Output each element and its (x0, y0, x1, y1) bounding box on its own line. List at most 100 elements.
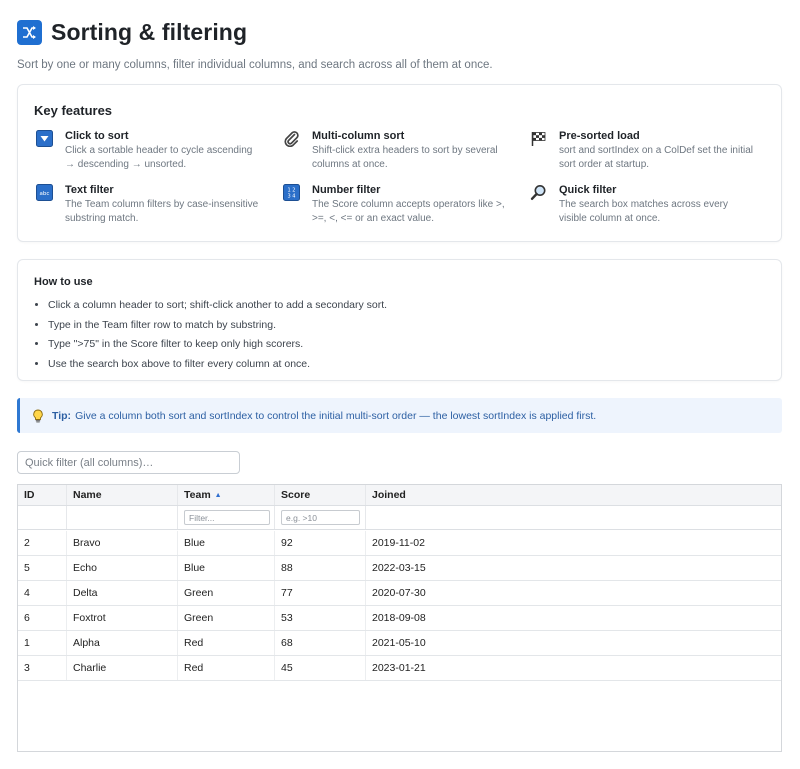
svg-text:3 4: 3 4 (288, 194, 296, 200)
shuffle-icon (17, 19, 42, 45)
page-title: Sorting & filtering (51, 18, 248, 45)
cell-team: Green (178, 606, 275, 630)
score-filter-input[interactable] (281, 510, 360, 525)
cell-id: 2 (18, 531, 67, 555)
sort-ascending-icon: ▲ (214, 491, 222, 499)
cell-name: Foxtrot (67, 606, 178, 630)
column-header-label: Score (281, 489, 311, 501)
cell-team: Red (178, 631, 275, 655)
cell-joined: 2018-09-08 (372, 612, 426, 624)
feature-desc: Click a sortable header to cycle ascendi… (65, 145, 253, 170)
cell-score: 92 (275, 531, 366, 555)
svg-text:abc: abc (40, 191, 50, 197)
table-row[interactable]: 1 Alpha Red 68 2021-05-10 (18, 631, 781, 656)
feature-desc: The search box matches across every visi… (559, 199, 728, 224)
feature-title: Quick filter (559, 184, 617, 196)
tip-label: Tip: (52, 409, 72, 422)
checkered-flag-icon (530, 130, 547, 147)
cell-name: Charlie (67, 656, 178, 680)
feature-title: Number filter (312, 184, 381, 196)
column-header-score[interactable]: Score (275, 485, 366, 505)
filter-cell-empty (366, 506, 781, 529)
cell-score: 77 (275, 581, 366, 605)
list-item: Type ">75" in the Score filter to keep o… (48, 335, 387, 355)
table-row[interactable]: 4 Delta Green 77 2020-07-30 (18, 581, 781, 606)
column-header-team[interactable]: Team ▲ (178, 485, 275, 505)
column-header-label: Team (184, 489, 211, 501)
feature-multi-column-sort: Multi-column sort Shift-click extra head… (283, 129, 508, 172)
column-header-label: ID (24, 489, 35, 501)
feature-title: Text filter (65, 184, 114, 196)
filter-cell-empty (18, 506, 67, 529)
list-item: Use the search box above to filter every… (48, 355, 387, 375)
tip-text: Give a column both sort and sortIndex to… (75, 409, 597, 422)
cell-team: Red (178, 656, 275, 680)
column-header-label: Joined (372, 489, 406, 501)
column-header-name[interactable]: Name (67, 485, 178, 505)
grid-header-row: ID Name Team ▲ Score Joined (18, 485, 781, 506)
cell-team: Green (178, 581, 275, 605)
feature-pre-sorted-load: Pre-sorted load sort and sortIndex on a … (530, 129, 755, 172)
feature-desc: Shift-click extra headers to sort by sev… (312, 145, 498, 170)
feature-desc: sort and sortIndex on a ColDef set the i… (559, 145, 753, 170)
table-row[interactable]: 2 Bravo Blue 92 2019-11-02 (18, 531, 781, 556)
list-item: Type in the Team filter row to match by … (48, 316, 387, 336)
how-to-use-title: How to use (34, 276, 93, 288)
cell-joined: 2019-11-02 (372, 537, 425, 549)
feature-desc: The Score column accepts operators like … (312, 199, 505, 224)
lightbulb-icon (32, 409, 44, 423)
key-features-title: Key features (34, 103, 113, 118)
grid-filter-row (18, 506, 781, 530)
sort-down-icon (36, 130, 53, 147)
page-subtitle: Sort by one or many columns, filter indi… (17, 59, 493, 71)
tip-callout: Tip: Give a column both sort and sortInd… (17, 398, 782, 433)
table-row[interactable]: 3 Charlie Red 45 2023-01-21 (18, 656, 781, 681)
feature-title: Click to sort (65, 130, 129, 142)
cell-score: 88 (275, 556, 366, 580)
cell-score: 53 (275, 606, 366, 630)
column-header-label: Name (73, 489, 102, 501)
column-header-joined[interactable]: Joined (366, 485, 781, 505)
cell-id: 3 (18, 656, 67, 680)
cell-name: Echo (67, 556, 178, 580)
table-row[interactable]: 5 Echo Blue 88 2022-03-15 (18, 556, 781, 581)
magnifier-icon (530, 184, 547, 201)
page-header: Sorting & filtering Sort by one or many … (17, 17, 783, 71)
feature-click-to-sort: Click to sort Click a sortable header to… (36, 129, 261, 172)
cell-score: 68 (275, 631, 366, 655)
feature-title: Multi-column sort (312, 130, 405, 142)
table-row[interactable]: 6 Foxtrot Green 53 2018-09-08 (18, 606, 781, 631)
cell-id: 1 (18, 631, 67, 655)
filter-cell-empty (67, 506, 178, 529)
quick-filter-input[interactable] (17, 451, 240, 474)
how-to-use-list: Click a column header to sort; shift-cli… (48, 296, 387, 374)
feature-desc: The Team column filters by case-insensit… (65, 199, 259, 224)
cell-name: Alpha (67, 631, 178, 655)
paperclip-icon (283, 130, 300, 147)
cell-joined: 2020-07-30 (372, 587, 426, 599)
cell-name: Delta (67, 581, 178, 605)
column-header-id[interactable]: ID (18, 485, 67, 505)
feature-text-filter: abc Text filter The Team column filters … (36, 183, 261, 226)
filter-cell-score (275, 506, 366, 529)
feature-number-filter: 1 23 4 Number filter The Score column ac… (283, 183, 508, 226)
abc-input-icon: abc (36, 184, 53, 201)
cell-team: Blue (178, 531, 275, 555)
key-features-card: Key features Click to sort Click a sorta… (17, 84, 782, 242)
cell-score: 45 (275, 656, 366, 680)
team-filter-input[interactable] (184, 510, 270, 525)
list-item: Click a column header to sort; shift-cli… (48, 296, 387, 316)
cell-id: 4 (18, 581, 67, 605)
filter-cell-team (178, 506, 275, 529)
cell-joined: 2023-01-21 (372, 662, 426, 674)
cell-id: 6 (18, 606, 67, 630)
cell-id: 5 (18, 556, 67, 580)
cell-name: Bravo (67, 531, 178, 555)
cell-joined: 2022-03-15 (372, 562, 426, 574)
feature-title: Pre-sorted load (559, 130, 640, 142)
how-to-use-card: How to use Click a column header to sort… (17, 259, 782, 381)
feature-quick-filter: Quick filter The search box matches acro… (530, 183, 755, 226)
data-grid: ID Name Team▲ Score Joined 2 Bravo Blue … (17, 484, 782, 752)
number-input-icon: 1 23 4 (283, 184, 300, 201)
cell-team: Blue (178, 556, 275, 580)
